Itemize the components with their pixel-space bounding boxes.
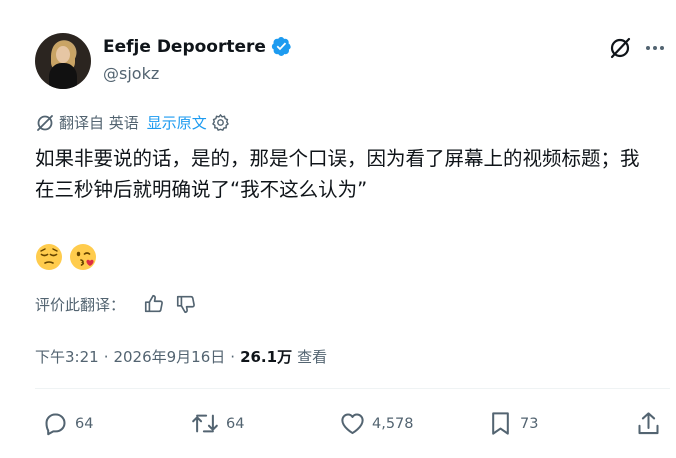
tweet-time[interactable]: 下午3:21 bbox=[35, 346, 99, 367]
tweet-meta: 下午3:21 · 2026年9月16日 · 26.1万 查看 bbox=[35, 346, 327, 367]
tweet-date[interactable]: 2026年9月16日 bbox=[113, 346, 225, 367]
like-count: 4,578 bbox=[372, 415, 414, 432]
views-label: 查看 bbox=[297, 348, 328, 366]
translate-icon bbox=[37, 114, 53, 131]
reply-icon bbox=[45, 413, 66, 436]
verified-badge-icon bbox=[271, 37, 291, 56]
repost-icon bbox=[192, 414, 218, 433]
thumbs-up-icon[interactable] bbox=[143, 293, 165, 315]
bookmark-button[interactable]: 73 bbox=[487, 410, 538, 437]
meta-separator-2: · bbox=[230, 347, 236, 366]
rate-translation-label: 评价此翻译： bbox=[35, 295, 126, 314]
like-icon bbox=[341, 413, 364, 435]
tweet-emojis: 😔 😘 bbox=[35, 243, 97, 271]
bookmark-count: 73 bbox=[520, 415, 539, 432]
translation-label: 翻译自 英语 bbox=[59, 114, 139, 132]
author-handle[interactable]: @sjokz bbox=[103, 64, 159, 83]
show-original-link[interactable]: 显示原文 bbox=[147, 112, 207, 133]
more-icon[interactable] bbox=[643, 36, 667, 60]
views-count: 26.1万 bbox=[240, 348, 293, 366]
tweet-text: 如果非要说的话，是的，那是个口误，因为看了屏幕上的视频标题；我在三秒钟后就明确说… bbox=[35, 147, 640, 201]
share-button[interactable] bbox=[635, 410, 662, 437]
reply-button[interactable]: 64 bbox=[42, 410, 93, 437]
rate-translation-row: 评价此翻译： bbox=[35, 293, 197, 315]
author-name-row[interactable]: Eefje Depoortere bbox=[103, 36, 292, 57]
translation-row: 翻译自 英语 显示原文 bbox=[35, 112, 230, 133]
reply-count: 64 bbox=[75, 415, 94, 432]
kissing-heart-emoji: 😘 bbox=[70, 244, 96, 270]
share-icon bbox=[638, 412, 659, 435]
settings-gear-icon[interactable] bbox=[211, 113, 230, 132]
bookmark-icon bbox=[492, 412, 509, 435]
author-avatar[interactable] bbox=[35, 33, 91, 89]
repost-count: 64 bbox=[226, 415, 245, 432]
like-button[interactable]: 4,578 bbox=[339, 410, 414, 437]
author-name[interactable]: Eefje Depoortere bbox=[103, 37, 266, 57]
pensive-face-emoji: 😔 bbox=[36, 244, 62, 270]
divider bbox=[35, 388, 670, 389]
repost-button[interactable]: 64 bbox=[190, 410, 244, 437]
meta-separator: · bbox=[103, 347, 109, 366]
grok-icon[interactable] bbox=[607, 35, 633, 61]
action-bar: 64 64 4,578 73 bbox=[0, 408, 676, 444]
thumbs-down-icon[interactable] bbox=[175, 293, 197, 315]
